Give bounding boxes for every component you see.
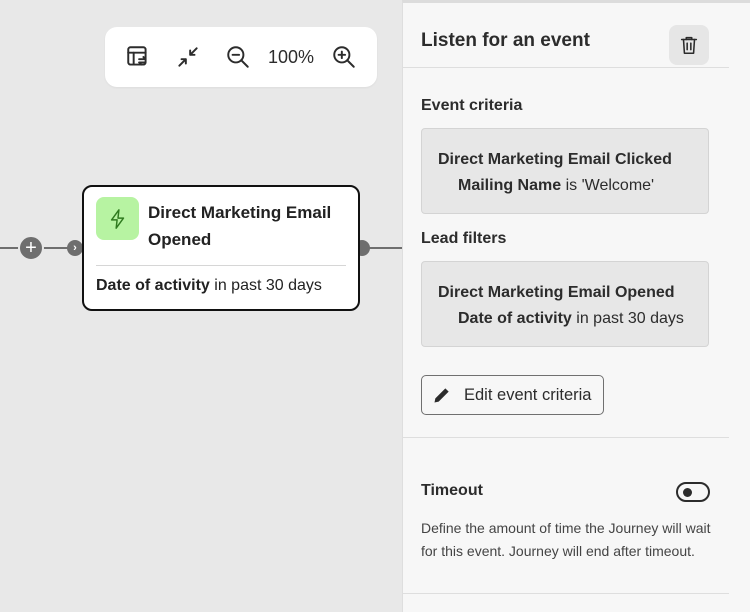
fit-to-screen-button[interactable] xyxy=(118,37,158,77)
edit-event-criteria-label: Edit event criteria xyxy=(464,385,592,404)
node-divider xyxy=(96,265,346,266)
lead-filters-condition: Date of activity in past 30 days xyxy=(438,306,692,332)
timeout-description: Define the amount of time the Journey wi… xyxy=(421,520,711,559)
section-divider-bottom xyxy=(403,593,729,594)
lead-filters-value: in past 30 days xyxy=(576,310,684,327)
zoom-out-button[interactable] xyxy=(218,37,258,77)
timeout-toggle[interactable] xyxy=(676,482,710,502)
collapse-button[interactable] xyxy=(168,37,208,77)
delete-button[interactable] xyxy=(669,25,709,65)
journey-canvas[interactable]: 100% + › Direct Marketing Email Opened D… xyxy=(0,0,402,612)
section-divider xyxy=(403,437,729,438)
panel-title: Listen for an event xyxy=(421,30,590,51)
event-criteria-value: is 'Welcome' xyxy=(565,177,655,194)
add-step-button[interactable]: + xyxy=(18,235,44,261)
lead-filters-event: Direct Marketing Email Opened xyxy=(438,284,675,301)
lead-filters-heading: Lead filters xyxy=(421,230,507,247)
node-filter-condition: in past 30 days xyxy=(214,277,322,294)
zoom-in-icon xyxy=(333,46,355,68)
fit-to-screen-icon xyxy=(127,46,147,66)
lead-filters-box: Direct Marketing Email Opened Date of ac… xyxy=(421,261,709,347)
collapse-icon xyxy=(178,47,198,67)
event-criteria-heading: Event criteria xyxy=(421,97,523,114)
node-filter-field: Date of activity xyxy=(96,277,210,294)
timeout-heading: Timeout xyxy=(421,482,483,499)
lightning-bolt-icon xyxy=(110,208,124,229)
node-icon-container xyxy=(96,197,139,240)
pencil-icon xyxy=(434,388,449,403)
event-node-card[interactable]: Direct Marketing Email Opened Date of ac… xyxy=(82,185,360,311)
event-criteria-event: Direct Marketing Email Clicked xyxy=(438,151,672,168)
lead-filters-field: Date of activity xyxy=(458,310,572,327)
zoom-in-button[interactable] xyxy=(324,37,364,77)
event-criteria-field: Mailing Name xyxy=(458,177,562,194)
panel-header: Listen for an event xyxy=(403,3,729,68)
event-criteria-box: Direct Marketing Email Clicked Mailing N… xyxy=(421,128,709,214)
trash-icon xyxy=(680,36,698,55)
toggle-knob xyxy=(683,488,692,497)
canvas-toolbar: 100% xyxy=(105,27,377,87)
node-title: Direct Marketing Email Opened xyxy=(148,203,332,249)
zoom-out-icon xyxy=(227,46,249,68)
properties-panel: Listen for an event Event criteria Direc… xyxy=(402,0,750,612)
input-port-icon: › xyxy=(67,240,83,256)
event-criteria-condition: Mailing Name is 'Welcome' xyxy=(438,173,692,199)
node-filter: Date of activity in past 30 days xyxy=(96,277,322,295)
zoom-level: 100% xyxy=(267,46,314,67)
edit-event-criteria-button[interactable]: Edit event criteria xyxy=(421,375,604,415)
